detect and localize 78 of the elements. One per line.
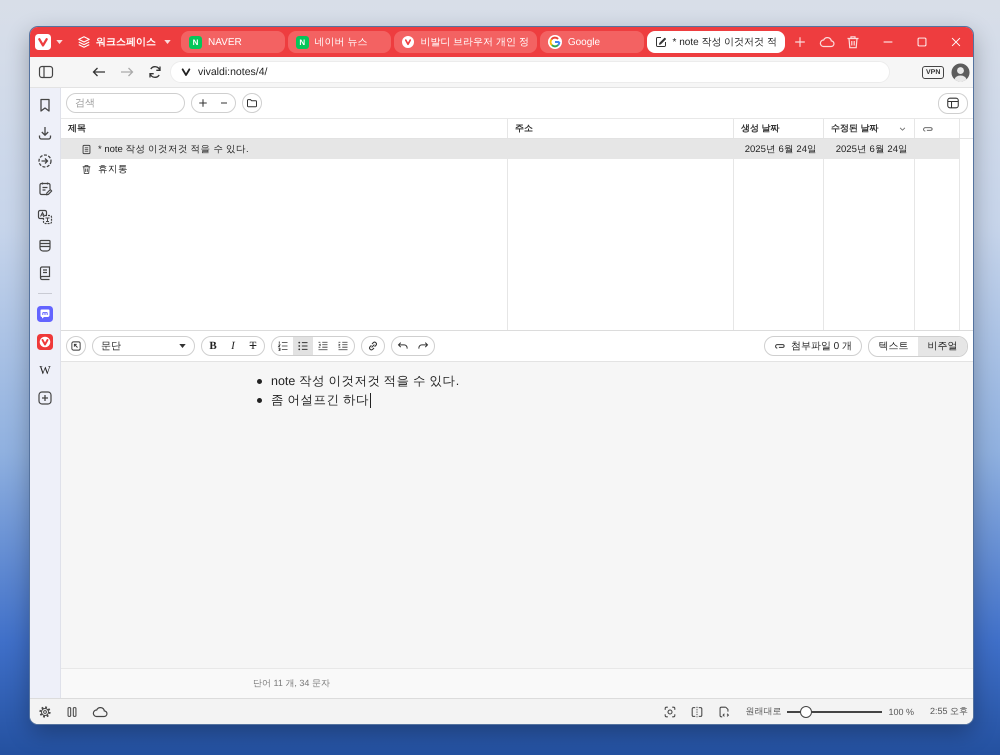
google-g-icon <box>548 35 562 49</box>
bullet-icon <box>257 379 262 384</box>
book-icon[interactable] <box>37 265 53 281</box>
table-cell: * note 작성 이것저것 적을 수 있다. <box>98 142 249 156</box>
trash-icon[interactable] <box>845 34 861 50</box>
slider-thumb[interactable] <box>800 706 812 718</box>
notepad-pencil-icon[interactable] <box>37 181 53 197</box>
tiles-icon[interactable] <box>65 704 79 718</box>
zoom-level: 100 % <box>888 706 914 716</box>
bullet-icon <box>257 398 262 403</box>
layers-icon <box>77 35 91 49</box>
link-icon <box>367 340 379 352</box>
layout-icon <box>946 96 960 110</box>
outdent-icon <box>317 340 329 352</box>
web-panel-button[interactable]: W <box>39 362 51 378</box>
column-header[interactable]: 수정된 날짜 <box>824 119 915 138</box>
address-field[interactable]: vivaldi:notes/4/ <box>170 61 890 83</box>
speech-bubble-icon[interactable] <box>37 306 53 322</box>
table-cell: 휴지통 <box>98 162 128 176</box>
favicon-icon: N <box>296 36 309 48</box>
reset-zoom-button[interactable]: 원래대로 <box>745 705 782 718</box>
pot-icon[interactable] <box>37 237 53 253</box>
note-edit-icon <box>654 36 667 48</box>
format-dropdown[interactable]: 문단 <box>92 336 195 356</box>
layout-button[interactable] <box>938 92 968 114</box>
search-field[interactable]: 검색 <box>66 93 185 113</box>
download-icon[interactable] <box>37 125 53 141</box>
folder-icon <box>246 97 258 109</box>
table-row[interactable]: * note 작성 이것저것 적을 수 있다. 2025년 6월 24일 2025년 6월 24일 <box>61 139 960 159</box>
tab[interactable]: * note 작성 이것저것 적 <box>646 31 786 53</box>
workspace-button[interactable]: 워크스페이스 <box>77 35 171 49</box>
table-row[interactable]: 휴지통 <box>61 159 960 179</box>
column-header[interactable]: 생성 날짜 <box>734 119 824 138</box>
list-item-text: note 작성 이것저것 적을 수 있다. <box>271 373 460 390</box>
v-logo-icon <box>402 36 414 48</box>
close-icon[interactable] <box>949 35 963 49</box>
italic-button[interactable]: I <box>223 337 243 355</box>
capture-icon[interactable] <box>663 704 678 718</box>
text-cursor <box>370 393 371 408</box>
add-panel-icon[interactable] <box>37 390 53 406</box>
settings-icon[interactable] <box>38 704 52 718</box>
caret-icon <box>164 40 171 44</box>
note-icon <box>81 144 92 154</box>
bullet-list-button[interactable] <box>293 337 313 355</box>
maximize-icon[interactable] <box>915 35 929 49</box>
column-header[interactable]: 주소 <box>508 119 734 138</box>
new-folder-button[interactable] <box>242 93 262 113</box>
app-logo-icon[interactable] <box>35 34 51 50</box>
translate-icon[interactable] <box>37 209 53 225</box>
mode-tab[interactable]: 텍스트 <box>869 336 918 356</box>
bullet-list-icon <box>297 340 309 352</box>
split-view-icon[interactable] <box>690 704 704 718</box>
strikethrough-button[interactable]: T <box>243 337 263 355</box>
pane-toggle-button[interactable] <box>66 336 86 356</box>
editor-area[interactable]: note 작성 이것저것 적을 수 있다. 좀 어설프긴 하다 <box>61 362 973 668</box>
v-logo-icon[interactable] <box>37 334 53 350</box>
table-cell: 2025년 6월 24일 <box>744 142 817 156</box>
attachments-button[interactable]: 첨부파일 0 개 <box>764 336 862 356</box>
avatar-icon[interactable] <box>951 62 970 82</box>
caret-icon[interactable] <box>56 40 63 44</box>
word-count: 단어 11 개, 34 문자 <box>253 677 330 690</box>
list-item-text: 좀 어설프긴 하다 <box>271 392 369 409</box>
ordered-list-icon <box>277 340 289 352</box>
clock-text: 2:55 오후 <box>930 705 968 718</box>
mode-tab[interactable]: 비주얼 <box>918 336 967 356</box>
plus-icon[interactable] <box>196 97 209 109</box>
trash-icon <box>81 164 92 174</box>
table-cell: 2025년 6월 24일 <box>836 142 908 156</box>
indent-icon <box>337 340 349 352</box>
column-header[interactable]: 제목 <box>61 119 508 138</box>
favicon-icon: N <box>189 36 202 48</box>
sidebar-toggle-icon[interactable] <box>38 64 54 80</box>
page-code-icon[interactable] <box>717 704 732 718</box>
reload-icon[interactable] <box>147 64 163 80</box>
caret-icon <box>179 344 186 348</box>
v-logo-icon <box>180 66 192 78</box>
bold-button[interactable]: B <box>203 337 223 355</box>
sort-caret-icon <box>899 126 906 130</box>
